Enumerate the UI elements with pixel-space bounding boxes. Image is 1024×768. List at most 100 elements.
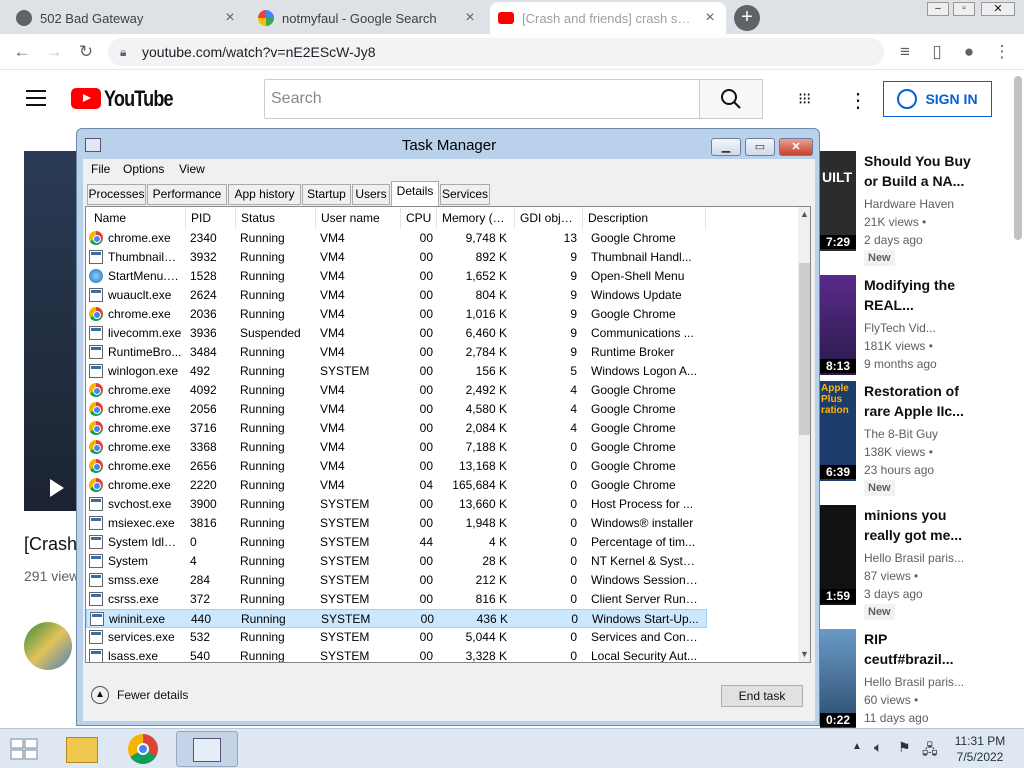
youtube-logo-icon[interactable] (71, 88, 101, 109)
volume-muted-icon[interactable]: 🔈︎ (874, 739, 882, 756)
channel-name[interactable]: Hello Brasil paris... (864, 673, 979, 691)
start-button[interactable] (10, 737, 38, 761)
column-header-cpu[interactable]: CPU (401, 207, 437, 229)
table-row[interactable]: chrome.exe 4092 Running VM4 00 2,492 K 4 Google… (86, 381, 794, 400)
recommended-video[interactable]: Apple Plus ration 6:39 Restoration of ra… (820, 381, 1024, 496)
channel-avatar[interactable] (24, 622, 72, 670)
fewer-details-button[interactable]: ▲ Fewer details (91, 686, 188, 704)
video-player[interactable] (24, 151, 78, 511)
tab-youtube-video[interactable]: [Crash and friends] crash scream... × (490, 2, 726, 34)
menu-file[interactable]: File (91, 162, 110, 176)
table-row[interactable]: services.exe 532 Running SYSTEM 00 5,044 K 0 Se… (86, 628, 794, 647)
reload-icon[interactable]: ↻ (74, 40, 98, 64)
column-header-status[interactable]: Status (236, 207, 316, 229)
table-row[interactable]: chrome.exe 2220 Running VM4 04 165,684 K 0 Goog… (86, 476, 794, 495)
maximize-button[interactable]: ▫ (953, 2, 975, 16)
tab-app-history[interactable]: App history (228, 184, 301, 205)
network-icon[interactable]: 🖧︎ (922, 739, 938, 763)
tab-502-bad-gateway[interactable]: 502 Bad Gateway × (8, 2, 246, 34)
column-header-description[interactable]: Description (583, 207, 706, 229)
table-row[interactable]: System 4 Running SYSTEM 00 28 K 0 NT Kernel & S… (86, 552, 794, 571)
table-row[interactable]: msiexec.exe 3816 Running SYSTEM 00 1,948 K 0 Wi… (86, 514, 794, 533)
table-row[interactable]: csrss.exe 372 Running SYSTEM 00 816 K 0 Client … (86, 590, 794, 609)
column-header-user-name[interactable]: User name (316, 207, 401, 229)
column-header-pid[interactable]: PID (186, 207, 236, 229)
profile-icon[interactable]: ● (957, 40, 981, 64)
menu-kebab-icon[interactable]: ⋮ (990, 40, 1014, 64)
taskbar-chrome[interactable] (114, 731, 176, 767)
page-scrollbar[interactable] (1014, 76, 1022, 240)
recommended-video[interactable]: 1:59 minions you really got me... Hello … (820, 505, 1024, 620)
recommended-title[interactable]: Restoration of rare Apple IIc... (864, 381, 974, 421)
show-hidden-icons-icon[interactable]: ▲ (852, 741, 862, 752)
play-icon[interactable] (50, 479, 64, 497)
tab-processes[interactable]: Processes (87, 184, 146, 205)
menu-view[interactable]: View (179, 162, 205, 176)
table-row[interactable]: winlogon.exe 492 Running SYSTEM 00 156 K 5 Wind… (86, 362, 794, 381)
tab-performance[interactable]: Performance (147, 184, 227, 205)
search-input[interactable]: Search (264, 79, 700, 119)
channel-name[interactable]: Hardware Haven (864, 195, 979, 213)
recommended-title[interactable]: RIP ceutf#brazil... (864, 629, 974, 669)
table-row[interactable]: wininit.exe 440 Running SYSTEM 00 436 K 0 Windo… (86, 609, 707, 628)
recommended-title[interactable]: minions you really got me... (864, 505, 974, 545)
minimize-button[interactable]: – (927, 2, 949, 16)
table-row[interactable]: chrome.exe 2340 Running VM4 00 9,748 K 13 Googl… (86, 229, 794, 248)
scroll-down-arrow-icon[interactable]: ▼ (800, 649, 809, 659)
recommended-video[interactable]: 0:22 RIP ceutf#brazil... Hello Brasil pa… (820, 629, 1024, 733)
column-header-memory[interactable]: Memory (p... (437, 207, 515, 229)
taskbar-file-explorer[interactable] (52, 731, 114, 767)
scrollbar-thumb[interactable] (799, 263, 810, 435)
tab-details[interactable]: Details (391, 181, 439, 206)
table-row[interactable]: svchost.exe 3900 Running SYSTEM 00 13,660 K 0H… (86, 495, 794, 514)
tab-users[interactable]: Users (352, 184, 390, 205)
side-panel-icon[interactable]: ▯ (925, 40, 949, 64)
table-row[interactable]: wuauclt.exe 2624 Running VM4 00 804 K 9 Windows… (86, 286, 794, 305)
table-row[interactable]: chrome.exe 2656 Running VM4 00 13,168 K 0 Googl… (86, 457, 794, 476)
tm-minimize-button[interactable]: ▁ (711, 138, 741, 156)
close-window-button[interactable]: ✕ (981, 2, 1015, 16)
tab-services[interactable]: Services (440, 184, 490, 205)
recommended-title[interactable]: Modifying the REAL... (864, 275, 974, 315)
table-row[interactable]: ThumbnailE... 3932 Running VM4 00 892 K 9 Thumb… (86, 248, 794, 267)
hamburger-menu-icon[interactable] (26, 90, 46, 106)
tab-startup[interactable]: Startup (302, 184, 351, 205)
table-row[interactable]: livecomm.exe 3936 Suspended VM4 00 6,460 K 9 Co… (86, 324, 794, 343)
tm-maximize-button[interactable]: ▭ (745, 138, 775, 156)
recommended-title[interactable]: Should You Buy or Build a NA... (864, 151, 974, 191)
channel-name[interactable]: Hello Brasil paris... (864, 549, 979, 567)
table-row[interactable]: chrome.exe 2036 Running VM4 00 1,016 K 9 Google… (86, 305, 794, 324)
table-row[interactable]: StartMenu.e... 1528 Running VM4 00 1,652 K 9 Op… (86, 267, 794, 286)
channel-name[interactable]: FlyTech Vid... (864, 319, 979, 337)
channel-name[interactable]: The 8-Bit Guy (864, 425, 979, 443)
table-row[interactable]: chrome.exe 3716 Running VM4 00 2,084 K 4 Google… (86, 419, 794, 438)
tab-google-search[interactable]: notmyfaul - Google Search × (250, 2, 486, 34)
column-header-gdi-objects[interactable]: GDI obje... (515, 207, 583, 229)
new-tab-button[interactable]: + (734, 5, 760, 31)
close-tab-icon[interactable]: × (702, 9, 718, 27)
close-tab-icon[interactable]: × (462, 9, 478, 27)
table-row[interactable]: chrome.exe 2056 Running VM4 00 4,580 K 4 Google… (86, 400, 794, 419)
taskbar-task-manager[interactable] (176, 731, 238, 767)
table-row[interactable]: smss.exe 284 Running SYSTEM 00 212 K 0 Windows … (86, 571, 794, 590)
table-row[interactable]: lsass.exe 540 Running SYSTEM 00 3,328 K 0 Local… (86, 647, 794, 662)
close-tab-icon[interactable]: × (222, 9, 238, 27)
media-queue-icon[interactable]: ≡ (893, 40, 917, 64)
taskbar-clock[interactable]: 11:31 PM 7/5/2022 (950, 733, 1010, 765)
apps-grid-icon[interactable]: ⁝⁝⁝ (798, 91, 816, 109)
recommended-video[interactable]: 8:13 Modifying the REAL... FlyTech Vid..… (820, 275, 1024, 379)
search-button[interactable] (699, 79, 763, 119)
back-arrow-icon[interactable]: ← (10, 40, 34, 64)
youtube-logo-text[interactable]: YouTube (104, 86, 174, 112)
table-row[interactable]: chrome.exe 3368 Running VM4 00 7,188 K 0 Google… (86, 438, 794, 457)
menu-options[interactable]: Options (123, 162, 164, 176)
tm-close-button[interactable]: ✕ (779, 138, 813, 156)
scroll-up-arrow-icon[interactable]: ▲ (800, 209, 809, 219)
column-header-name[interactable]: Name (86, 207, 186, 229)
settings-kebab-icon[interactable]: ⋮ (848, 88, 868, 113)
address-bar[interactable]: 🔒︎ youtube.com/watch?v=nE2EScW-Jy8 (108, 38, 884, 66)
end-task-button[interactable]: End task (721, 685, 803, 707)
table-row[interactable]: RuntimeBro... 3484 Running VM4 00 2,784 K 9 Run… (86, 343, 794, 362)
recommended-video[interactable]: UILT 7:29 Should You Buy or Build a NA..… (820, 151, 1024, 266)
forward-arrow-icon[interactable]: → (42, 40, 66, 64)
